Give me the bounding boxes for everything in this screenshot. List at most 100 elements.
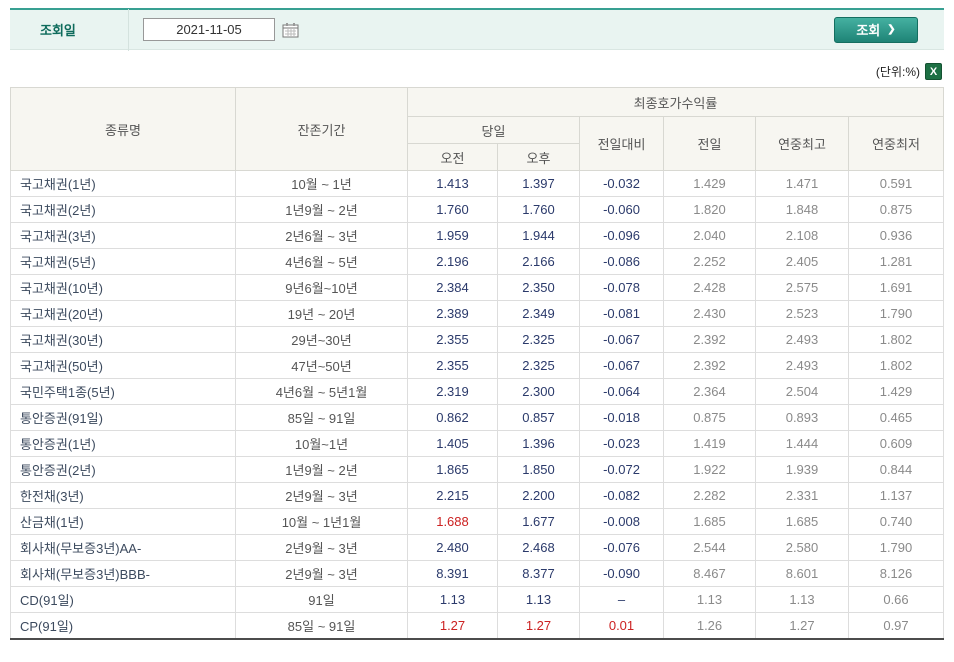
chevron-right-icon: ❯ bbox=[887, 24, 896, 35]
col-header-change: 전일대비 bbox=[579, 116, 664, 171]
table-row: 국고채권(10년) 9년6월~10년 2.384 2.350 -0.078 2.… bbox=[10, 274, 944, 301]
cell-period: 9년6월~10년 bbox=[235, 274, 408, 301]
cell-am: 2.215 bbox=[407, 482, 498, 509]
page: 조회일 조회 ❯ (단위:%) X bbox=[0, 0, 954, 650]
cell-type: 통안증권(1년) bbox=[10, 430, 236, 457]
cell-am: 1.405 bbox=[407, 430, 498, 457]
search-button-label: 조회 bbox=[856, 23, 881, 38]
cell-type: 회사채(무보증3년)BBB- bbox=[10, 560, 236, 587]
cell-am: 1.413 bbox=[407, 170, 498, 197]
table-row: CD(91일) 91일 1.13 1.13 – 1.13 1.13 0.66 bbox=[10, 586, 944, 613]
cell-high: 1.939 bbox=[755, 456, 849, 483]
cell-am: 1.27 bbox=[407, 612, 498, 639]
col-header-yield-group: 최종호가수익률 bbox=[407, 87, 944, 117]
cell-pm: 1.760 bbox=[497, 196, 580, 223]
cell-change: -0.072 bbox=[579, 456, 664, 483]
cell-am: 1.13 bbox=[407, 586, 498, 613]
cell-low: 1.281 bbox=[848, 248, 944, 275]
cell-low: 8.126 bbox=[848, 560, 944, 587]
cell-change: 0.01 bbox=[579, 612, 664, 639]
search-button[interactable]: 조회 ❯ bbox=[834, 16, 918, 43]
cell-high: 0.893 bbox=[755, 404, 849, 431]
cell-period: 2년9월 ~ 3년 bbox=[235, 534, 408, 561]
cell-prev: 2.392 bbox=[663, 352, 756, 379]
cell-period: 4년6월 ~ 5년 bbox=[235, 248, 408, 275]
cell-period: 1년9월 ~ 2년 bbox=[235, 196, 408, 223]
cell-am: 8.391 bbox=[407, 560, 498, 587]
cell-low: 1.691 bbox=[848, 274, 944, 301]
cell-change: -0.090 bbox=[579, 560, 664, 587]
cell-prev: 1.13 bbox=[663, 586, 756, 613]
cell-type: CD(91일) bbox=[10, 586, 236, 613]
cell-period: 10월~1년 bbox=[235, 430, 408, 457]
table-row: 국고채권(5년) 4년6월 ~ 5년 2.196 2.166 -0.086 2.… bbox=[10, 248, 944, 275]
calendar-icon[interactable] bbox=[282, 22, 299, 38]
cell-high: 2.504 bbox=[755, 378, 849, 405]
excel-download-icon[interactable]: X bbox=[925, 63, 942, 80]
cell-period: 2년6월 ~ 3년 bbox=[235, 222, 408, 249]
cell-low: 0.740 bbox=[848, 508, 944, 535]
cell-pm: 2.468 bbox=[497, 534, 580, 561]
cell-pm: 8.377 bbox=[497, 560, 580, 587]
cell-low: 0.97 bbox=[848, 612, 944, 639]
cell-type: 산금채(1년) bbox=[10, 508, 236, 535]
cell-prev: 1.820 bbox=[663, 196, 756, 223]
cell-change: -0.081 bbox=[579, 300, 664, 327]
cell-prev: 2.428 bbox=[663, 274, 756, 301]
table-row: 국민주택1종(5년) 4년6월 ~ 5년1월 2.319 2.300 -0.06… bbox=[10, 378, 944, 405]
unit-row: (단위:%) X bbox=[12, 63, 942, 80]
col-header-low: 연중최저 bbox=[848, 116, 944, 171]
table-row: 통안증권(2년) 1년9월 ~ 2년 1.865 1.850 -0.072 1.… bbox=[10, 456, 944, 483]
col-header-pm: 오후 bbox=[497, 143, 580, 171]
cell-low: 1.802 bbox=[848, 326, 944, 353]
cell-type: 회사채(무보증3년)AA- bbox=[10, 534, 236, 561]
cell-pm: 2.166 bbox=[497, 248, 580, 275]
table-row: 회사채(무보증3년)AA- 2년9월 ~ 3년 2.480 2.468 -0.0… bbox=[10, 534, 944, 561]
cell-period: 4년6월 ~ 5년1월 bbox=[235, 378, 408, 405]
cell-prev: 1.429 bbox=[663, 170, 756, 197]
cell-type: 국고채권(3년) bbox=[10, 222, 236, 249]
cell-prev: 2.364 bbox=[663, 378, 756, 405]
table-row: CP(91일) 85일 ~ 91일 1.27 1.27 0.01 1.26 1.… bbox=[10, 612, 944, 639]
table-row: 국고채권(20년) 19년 ~ 20년 2.389 2.349 -0.081 2… bbox=[10, 300, 944, 327]
table-row: 국고채권(50년) 47년~50년 2.355 2.325 -0.067 2.3… bbox=[10, 352, 944, 379]
cell-change: -0.076 bbox=[579, 534, 664, 561]
cell-period: 2년9월 ~ 3년 bbox=[235, 560, 408, 587]
search-bar: 조회일 조회 ❯ bbox=[10, 8, 944, 51]
cell-change: -0.096 bbox=[579, 222, 664, 249]
col-header-high: 연중최고 bbox=[755, 116, 849, 171]
cell-high: 2.108 bbox=[755, 222, 849, 249]
cell-change: -0.064 bbox=[579, 378, 664, 405]
cell-pm: 1.397 bbox=[497, 170, 580, 197]
cell-high: 8.601 bbox=[755, 560, 849, 587]
table-row: 산금채(1년) 10월 ~ 1년1월 1.688 1.677 -0.008 1.… bbox=[10, 508, 944, 535]
cell-low: 0.609 bbox=[848, 430, 944, 457]
cell-am: 2.319 bbox=[407, 378, 498, 405]
date-input[interactable] bbox=[143, 18, 275, 41]
cell-period: 29년~30년 bbox=[235, 326, 408, 353]
cell-period: 2년9월 ~ 3년 bbox=[235, 482, 408, 509]
divider bbox=[128, 8, 129, 51]
cell-type: 국고채권(30년) bbox=[10, 326, 236, 353]
cell-period: 85일 ~ 91일 bbox=[235, 404, 408, 431]
cell-pm: 1.13 bbox=[497, 586, 580, 613]
cell-am: 2.389 bbox=[407, 300, 498, 327]
cell-type: 국고채권(20년) bbox=[10, 300, 236, 327]
cell-change: -0.060 bbox=[579, 196, 664, 223]
yield-table-body: 국고채권(1년) 10월 ~ 1년 1.413 1.397 -0.032 1.4… bbox=[10, 170, 944, 639]
cell-type: 국고채권(1년) bbox=[10, 170, 236, 197]
cell-prev: 0.875 bbox=[663, 404, 756, 431]
col-header-type: 종류명 bbox=[10, 87, 236, 171]
cell-high: 1.27 bbox=[755, 612, 849, 639]
col-header-prev: 전일 bbox=[663, 116, 756, 171]
cell-change: -0.086 bbox=[579, 248, 664, 275]
cell-prev: 2.430 bbox=[663, 300, 756, 327]
cell-am: 2.355 bbox=[407, 352, 498, 379]
col-header-today: 당일 bbox=[407, 116, 580, 144]
cell-high: 1.13 bbox=[755, 586, 849, 613]
cell-prev: 8.467 bbox=[663, 560, 756, 587]
cell-type: 국민주택1종(5년) bbox=[10, 378, 236, 405]
cell-am: 1.959 bbox=[407, 222, 498, 249]
cell-pm: 2.325 bbox=[497, 326, 580, 353]
cell-type: 국고채권(2년) bbox=[10, 196, 236, 223]
